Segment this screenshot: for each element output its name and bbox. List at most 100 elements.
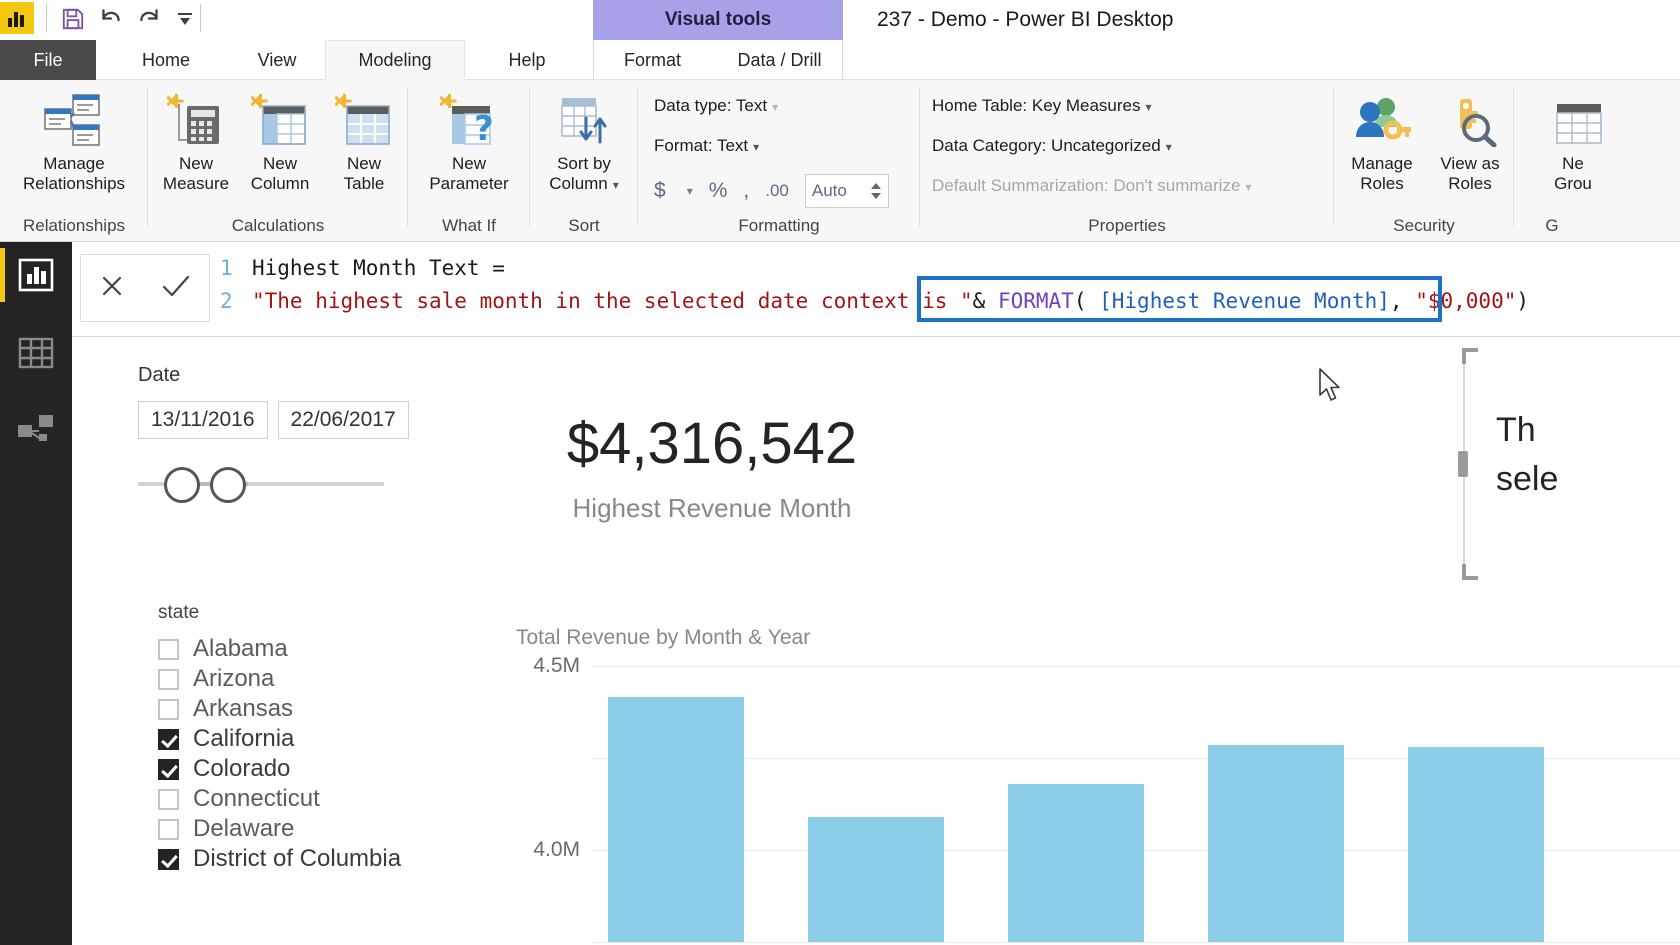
- new-table-icon: [335, 90, 393, 152]
- mouse-pointer: [1318, 368, 1344, 409]
- stepper-arrows-icon[interactable]: [870, 182, 882, 200]
- format-label: Format: Text: [654, 136, 749, 155]
- formula-editor[interactable]: 1 Highest Month Text = 2 "The highest sale…: [220, 252, 1680, 336]
- chart-bar[interactable]: [1008, 783, 1144, 942]
- chart-y-axis-tick-label: 4.5M: [533, 654, 580, 677]
- new-group-button[interactable]: Ne Grou: [1528, 90, 1618, 194]
- customize-quick-access-icon[interactable]: [168, 2, 202, 36]
- formula-token-concat-operator: &: [972, 289, 986, 313]
- state-slicer-item[interactable]: Connecticut: [158, 784, 458, 814]
- chevron-down-icon[interactable]: ▾: [687, 184, 693, 198]
- tab-data-drill[interactable]: Data / Drill: [712, 40, 847, 80]
- checkbox-checked-icon[interactable]: [158, 848, 179, 870]
- ribbon-group-label-security: Security: [1393, 216, 1455, 235]
- tab-view[interactable]: View: [232, 40, 322, 80]
- kpi-card-visual[interactable]: $4,316,542 Highest Revenue Month: [512, 410, 912, 524]
- new-measure-button[interactable]: New Measure: [156, 90, 236, 194]
- checkbox-checked-icon[interactable]: [158, 758, 179, 780]
- date-slicer-end-input[interactable]: 22/06/2017: [277, 401, 409, 439]
- decimal-places-stepper[interactable]: Auto: [804, 174, 889, 208]
- chart-bar[interactable]: [808, 816, 944, 942]
- redo-icon[interactable]: [132, 2, 166, 36]
- manage-roles-label-top: Manage: [1351, 154, 1413, 173]
- ribbon-group-label-what-if: What If: [442, 216, 496, 235]
- new-table-button[interactable]: New Table: [324, 90, 404, 194]
- state-slicer-item[interactable]: Arizona: [158, 664, 458, 694]
- checkbox-checked-icon[interactable]: [158, 728, 179, 750]
- manage-relationships-label-bottom: Relationships: [22, 174, 126, 194]
- state-slicer-item[interactable]: Alabama: [158, 634, 458, 664]
- formula-token-open-paren: (: [1073, 289, 1087, 313]
- percent-format-button[interactable]: %: [709, 179, 728, 203]
- date-slicer-start-input[interactable]: 13/11/2016: [138, 401, 268, 439]
- chart-bar[interactable]: [1208, 745, 1344, 942]
- manage-roles-button[interactable]: Manage Roles: [1340, 90, 1424, 194]
- resize-handle-bottom-left[interactable]: [1462, 564, 1478, 580]
- state-slicer-item-label: Alabama: [193, 635, 288, 662]
- default-summarization-label: Default Summarization: Don't summarize: [932, 176, 1241, 195]
- state-slicer-list: Alabama Arizona Arkansas California Colorado…: [158, 634, 458, 874]
- state-slicer-item-label: Arizona: [193, 665, 275, 692]
- text-box-visual[interactable]: Th sele: [1458, 348, 1680, 580]
- home-table-dropdown[interactable]: Home Table: Key Measures ▾: [932, 96, 1152, 116]
- resize-handle-top-left[interactable]: [1462, 348, 1478, 364]
- format-dropdown[interactable]: Format: Text ▾: [654, 136, 759, 156]
- state-slicer-item[interactable]: Delaware: [158, 814, 458, 844]
- thousands-separator-button[interactable]: ,: [743, 179, 749, 203]
- currency-format-button[interactable]: $: [654, 179, 666, 203]
- tab-home[interactable]: Home: [118, 40, 214, 80]
- tab-format[interactable]: Format: [600, 40, 705, 80]
- state-slicer-item[interactable]: Arkansas: [158, 694, 458, 724]
- formula-token-measure-name: Highest Month Text =: [252, 256, 505, 280]
- resize-handle-middle-left[interactable]: [1458, 451, 1468, 477]
- undo-icon[interactable]: [94, 2, 128, 36]
- ribbon-group-label-sort: Sort: [568, 216, 600, 235]
- view-as-roles-button[interactable]: View as Roles: [1428, 90, 1512, 194]
- sidebar-item-report-view[interactable]: [0, 242, 72, 308]
- power-bi-logo-icon: [0, 2, 34, 34]
- view-switcher-sidebar: [0, 242, 72, 945]
- data-type-dropdown[interactable]: Data type: Text ▾: [654, 96, 778, 116]
- sort-by-column-button[interactable]: Sort by Column ▾: [534, 90, 634, 194]
- state-slicer-item[interactable]: Colorado: [158, 754, 458, 784]
- chart-bar[interactable]: [608, 697, 744, 942]
- slider-handle-end[interactable]: [210, 467, 246, 503]
- state-slicer-item[interactable]: California: [158, 724, 458, 754]
- date-slicer: Date 13/11/2016 22/06/2017: [138, 364, 438, 507]
- default-summarization-dropdown[interactable]: Default Summarization: Don't summarize ▾: [932, 176, 1251, 196]
- date-slicer-range-slider[interactable]: [138, 463, 384, 507]
- ribbon-group-label-properties: Properties: [1088, 216, 1166, 235]
- data-category-dropdown[interactable]: Data Category: Uncategorized ▾: [932, 136, 1172, 156]
- kpi-card-label: Highest Revenue Month: [572, 493, 852, 523]
- chart-bar[interactable]: [1408, 746, 1544, 942]
- new-measure-label-top: New: [178, 154, 213, 173]
- state-slicer-item-label: District of Columbia: [193, 845, 402, 872]
- commit-check-icon[interactable]: [159, 271, 193, 306]
- checkbox-unchecked-icon[interactable]: [158, 668, 179, 690]
- checkbox-unchecked-icon[interactable]: [158, 638, 179, 660]
- tab-modeling[interactable]: Modeling: [325, 40, 465, 80]
- new-parameter-button[interactable]: ? New Parameter: [412, 90, 526, 194]
- checkbox-unchecked-icon[interactable]: [158, 818, 179, 840]
- chart-gridline: 4.5M: [533, 654, 1680, 677]
- sidebar-item-model-view[interactable]: [0, 398, 72, 464]
- sidebar-item-data-view[interactable]: [0, 320, 72, 386]
- state-slicer-item[interactable]: District of Columbia: [158, 844, 458, 874]
- tab-file[interactable]: File: [0, 40, 96, 80]
- cancel-x-icon[interactable]: [97, 271, 127, 306]
- slider-handle-start[interactable]: [164, 467, 200, 503]
- new-parameter-label-bottom: Parameter: [429, 174, 509, 194]
- checkbox-unchecked-icon[interactable]: [158, 788, 179, 810]
- chart-gridline: 3.0M: [592, 942, 1680, 943]
- manage-relationships-label-top: Manage: [43, 154, 105, 173]
- new-column-icon: [251, 90, 309, 152]
- manage-relationships-button[interactable]: Manage Relationships: [4, 90, 144, 194]
- decimal-places-button[interactable]: .00: [765, 181, 789, 201]
- tab-help[interactable]: Help: [482, 40, 572, 80]
- save-icon[interactable]: [56, 2, 90, 36]
- checkbox-unchecked-icon[interactable]: [158, 698, 179, 720]
- column-chart-visual[interactable]: Total Revenue by Month & Year 4.5M 4.0M 3.…: [482, 626, 1680, 945]
- new-column-button[interactable]: New Column: [240, 90, 320, 194]
- model-relationship-icon: [18, 415, 53, 441]
- ribbon-group-calculations: New Measure New Column New Table Calcula…: [148, 80, 408, 242]
